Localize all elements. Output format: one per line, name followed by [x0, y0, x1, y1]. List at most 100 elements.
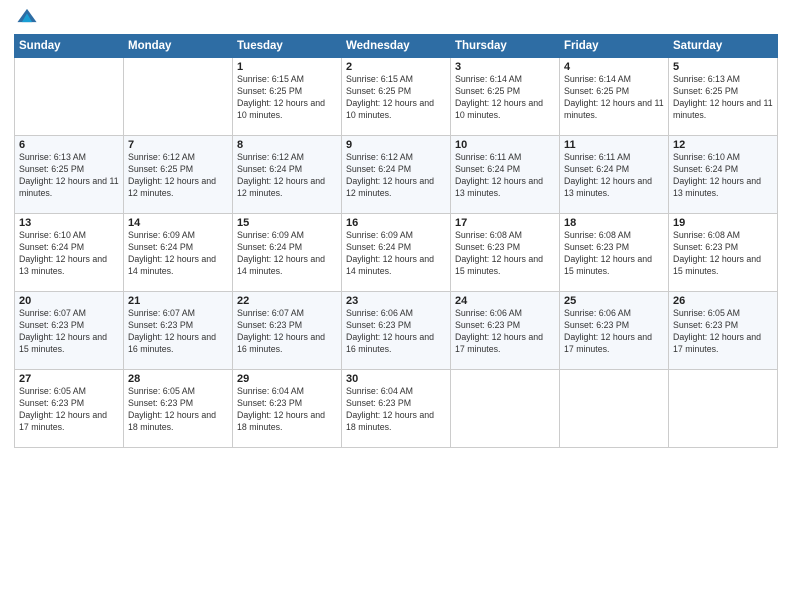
day-number: 25 [564, 295, 664, 307]
day-info: Sunrise: 6:11 AM Sunset: 6:24 PM Dayligh… [564, 152, 664, 200]
week-row-2: 6Sunrise: 6:13 AM Sunset: 6:25 PM Daylig… [15, 136, 778, 214]
day-cell: 10Sunrise: 6:11 AM Sunset: 6:24 PM Dayli… [451, 136, 560, 214]
day-cell: 15Sunrise: 6:09 AM Sunset: 6:24 PM Dayli… [233, 214, 342, 292]
day-number: 30 [346, 373, 446, 385]
day-number: 3 [455, 61, 555, 73]
day-cell: 22Sunrise: 6:07 AM Sunset: 6:23 PM Dayli… [233, 292, 342, 370]
weekday-header-friday: Friday [560, 35, 669, 58]
week-row-4: 20Sunrise: 6:07 AM Sunset: 6:23 PM Dayli… [15, 292, 778, 370]
day-cell: 12Sunrise: 6:10 AM Sunset: 6:24 PM Dayli… [669, 136, 778, 214]
weekday-header-thursday: Thursday [451, 35, 560, 58]
weekday-header-tuesday: Tuesday [233, 35, 342, 58]
day-cell: 17Sunrise: 6:08 AM Sunset: 6:23 PM Dayli… [451, 214, 560, 292]
day-info: Sunrise: 6:08 AM Sunset: 6:23 PM Dayligh… [455, 230, 555, 278]
weekday-header-wednesday: Wednesday [342, 35, 451, 58]
day-cell [124, 58, 233, 136]
day-cell: 24Sunrise: 6:06 AM Sunset: 6:23 PM Dayli… [451, 292, 560, 370]
day-number: 29 [237, 373, 337, 385]
weekday-header-saturday: Saturday [669, 35, 778, 58]
day-number: 15 [237, 217, 337, 229]
day-info: Sunrise: 6:12 AM Sunset: 6:24 PM Dayligh… [237, 152, 337, 200]
day-cell: 16Sunrise: 6:09 AM Sunset: 6:24 PM Dayli… [342, 214, 451, 292]
week-row-1: 1Sunrise: 6:15 AM Sunset: 6:25 PM Daylig… [15, 58, 778, 136]
day-cell [15, 58, 124, 136]
day-cell: 6Sunrise: 6:13 AM Sunset: 6:25 PM Daylig… [15, 136, 124, 214]
day-number: 11 [564, 139, 664, 151]
day-info: Sunrise: 6:07 AM Sunset: 6:23 PM Dayligh… [237, 308, 337, 356]
header [14, 10, 778, 28]
day-cell: 7Sunrise: 6:12 AM Sunset: 6:25 PM Daylig… [124, 136, 233, 214]
day-number: 10 [455, 139, 555, 151]
day-info: Sunrise: 6:08 AM Sunset: 6:23 PM Dayligh… [673, 230, 773, 278]
weekday-header-sunday: Sunday [15, 35, 124, 58]
day-info: Sunrise: 6:13 AM Sunset: 6:25 PM Dayligh… [673, 74, 773, 122]
day-cell: 11Sunrise: 6:11 AM Sunset: 6:24 PM Dayli… [560, 136, 669, 214]
day-cell: 23Sunrise: 6:06 AM Sunset: 6:23 PM Dayli… [342, 292, 451, 370]
day-info: Sunrise: 6:10 AM Sunset: 6:24 PM Dayligh… [19, 230, 119, 278]
day-cell: 25Sunrise: 6:06 AM Sunset: 6:23 PM Dayli… [560, 292, 669, 370]
day-number: 20 [19, 295, 119, 307]
day-number: 22 [237, 295, 337, 307]
day-cell: 13Sunrise: 6:10 AM Sunset: 6:24 PM Dayli… [15, 214, 124, 292]
day-info: Sunrise: 6:05 AM Sunset: 6:23 PM Dayligh… [673, 308, 773, 356]
week-row-5: 27Sunrise: 6:05 AM Sunset: 6:23 PM Dayli… [15, 370, 778, 448]
weekday-header-monday: Monday [124, 35, 233, 58]
day-cell: 8Sunrise: 6:12 AM Sunset: 6:24 PM Daylig… [233, 136, 342, 214]
day-info: Sunrise: 6:06 AM Sunset: 6:23 PM Dayligh… [455, 308, 555, 356]
day-number: 19 [673, 217, 773, 229]
day-info: Sunrise: 6:09 AM Sunset: 6:24 PM Dayligh… [128, 230, 228, 278]
day-cell: 29Sunrise: 6:04 AM Sunset: 6:23 PM Dayli… [233, 370, 342, 448]
day-cell: 18Sunrise: 6:08 AM Sunset: 6:23 PM Dayli… [560, 214, 669, 292]
day-number: 18 [564, 217, 664, 229]
day-info: Sunrise: 6:15 AM Sunset: 6:25 PM Dayligh… [237, 74, 337, 122]
day-number: 16 [346, 217, 446, 229]
day-number: 7 [128, 139, 228, 151]
calendar-table: SundayMondayTuesdayWednesdayThursdayFrid… [14, 34, 778, 448]
day-info: Sunrise: 6:05 AM Sunset: 6:23 PM Dayligh… [19, 386, 119, 434]
day-number: 21 [128, 295, 228, 307]
day-info: Sunrise: 6:12 AM Sunset: 6:25 PM Dayligh… [128, 152, 228, 200]
day-info: Sunrise: 6:15 AM Sunset: 6:25 PM Dayligh… [346, 74, 446, 122]
day-cell: 2Sunrise: 6:15 AM Sunset: 6:25 PM Daylig… [342, 58, 451, 136]
day-info: Sunrise: 6:11 AM Sunset: 6:24 PM Dayligh… [455, 152, 555, 200]
day-number: 27 [19, 373, 119, 385]
day-number: 9 [346, 139, 446, 151]
day-number: 1 [237, 61, 337, 73]
day-info: Sunrise: 6:06 AM Sunset: 6:23 PM Dayligh… [564, 308, 664, 356]
day-cell: 4Sunrise: 6:14 AM Sunset: 6:25 PM Daylig… [560, 58, 669, 136]
day-number: 2 [346, 61, 446, 73]
day-info: Sunrise: 6:06 AM Sunset: 6:23 PM Dayligh… [346, 308, 446, 356]
day-number: 5 [673, 61, 773, 73]
day-number: 17 [455, 217, 555, 229]
day-cell: 9Sunrise: 6:12 AM Sunset: 6:24 PM Daylig… [342, 136, 451, 214]
day-info: Sunrise: 6:07 AM Sunset: 6:23 PM Dayligh… [128, 308, 228, 356]
day-info: Sunrise: 6:04 AM Sunset: 6:23 PM Dayligh… [237, 386, 337, 434]
day-cell: 20Sunrise: 6:07 AM Sunset: 6:23 PM Dayli… [15, 292, 124, 370]
day-cell [560, 370, 669, 448]
day-info: Sunrise: 6:04 AM Sunset: 6:23 PM Dayligh… [346, 386, 446, 434]
day-number: 26 [673, 295, 773, 307]
day-number: 14 [128, 217, 228, 229]
day-cell [669, 370, 778, 448]
day-cell: 28Sunrise: 6:05 AM Sunset: 6:23 PM Dayli… [124, 370, 233, 448]
day-info: Sunrise: 6:07 AM Sunset: 6:23 PM Dayligh… [19, 308, 119, 356]
day-number: 12 [673, 139, 773, 151]
day-info: Sunrise: 6:05 AM Sunset: 6:23 PM Dayligh… [128, 386, 228, 434]
logo [14, 10, 40, 28]
day-cell: 21Sunrise: 6:07 AM Sunset: 6:23 PM Dayli… [124, 292, 233, 370]
day-info: Sunrise: 6:10 AM Sunset: 6:24 PM Dayligh… [673, 152, 773, 200]
page: SundayMondayTuesdayWednesdayThursdayFrid… [0, 0, 792, 612]
day-number: 8 [237, 139, 337, 151]
day-info: Sunrise: 6:08 AM Sunset: 6:23 PM Dayligh… [564, 230, 664, 278]
day-cell: 3Sunrise: 6:14 AM Sunset: 6:25 PM Daylig… [451, 58, 560, 136]
day-number: 13 [19, 217, 119, 229]
day-info: Sunrise: 6:12 AM Sunset: 6:24 PM Dayligh… [346, 152, 446, 200]
day-cell: 5Sunrise: 6:13 AM Sunset: 6:25 PM Daylig… [669, 58, 778, 136]
day-cell: 26Sunrise: 6:05 AM Sunset: 6:23 PM Dayli… [669, 292, 778, 370]
week-row-3: 13Sunrise: 6:10 AM Sunset: 6:24 PM Dayli… [15, 214, 778, 292]
day-cell: 27Sunrise: 6:05 AM Sunset: 6:23 PM Dayli… [15, 370, 124, 448]
day-info: Sunrise: 6:14 AM Sunset: 6:25 PM Dayligh… [455, 74, 555, 122]
day-number: 4 [564, 61, 664, 73]
day-number: 6 [19, 139, 119, 151]
day-number: 23 [346, 295, 446, 307]
